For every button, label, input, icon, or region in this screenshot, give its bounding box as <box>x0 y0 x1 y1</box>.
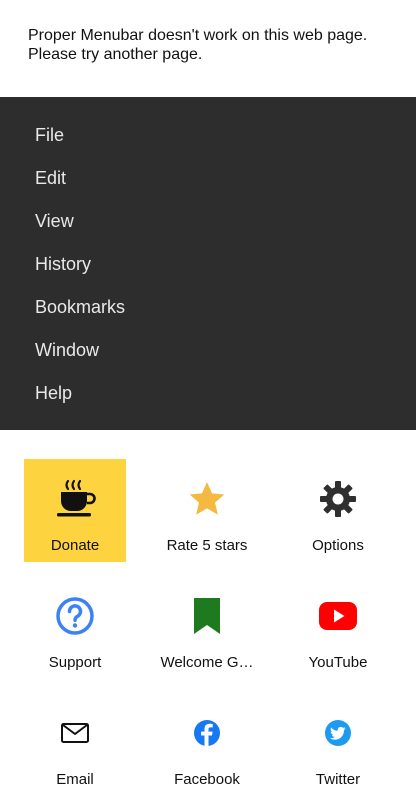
options-button[interactable]: Options <box>287 459 389 562</box>
bookmark-icon <box>156 596 258 636</box>
facebook-icon <box>156 713 258 753</box>
rate-5-stars-label: Rate 5 stars <box>166 537 248 554</box>
twitter-button[interactable]: Twitter <box>287 693 389 796</box>
gear-icon <box>287 479 389 519</box>
options-label: Options <box>312 537 364 554</box>
email-label: Email <box>56 771 94 788</box>
menu-item-file[interactable]: File <box>35 124 64 146</box>
twitter-label: Twitter <box>315 771 361 788</box>
youtube-label: YouTube <box>308 654 368 671</box>
menu-item-edit[interactable]: Edit <box>35 167 66 189</box>
notice-message: Proper Menubar doesn't work on this web … <box>28 27 368 63</box>
menu-item-bookmarks[interactable]: Bookmarks <box>35 296 125 318</box>
youtube-icon <box>287 596 389 636</box>
support-label: Support <box>48 654 102 671</box>
email-button[interactable]: Email <box>24 693 126 796</box>
welcome-guide-label: Welcome G… <box>160 654 254 671</box>
star-icon <box>156 479 258 519</box>
support-button[interactable]: Support <box>24 576 126 679</box>
menu-item-window[interactable]: Window <box>35 339 99 361</box>
menubar-panel: File Edit View History Bookmarks Window … <box>0 97 416 430</box>
rate-5-stars-button[interactable]: Rate 5 stars <box>156 459 258 562</box>
facebook-button[interactable]: Facebook <box>156 693 258 796</box>
youtube-button[interactable]: YouTube <box>287 576 389 679</box>
mail-icon <box>24 713 126 753</box>
facebook-label: Facebook <box>174 771 240 788</box>
menu-item-history[interactable]: History <box>35 253 91 275</box>
menu-item-view[interactable]: View <box>35 210 74 232</box>
welcome-guide-button[interactable]: Welcome G… <box>156 576 258 679</box>
coffee-cup-icon <box>24 479 126 519</box>
help-circle-icon <box>24 596 126 636</box>
donate-label: Donate <box>50 537 100 554</box>
menu-item-help[interactable]: Help <box>35 382 72 404</box>
donate-button[interactable]: Donate <box>24 459 126 562</box>
twitter-icon <box>287 713 389 753</box>
